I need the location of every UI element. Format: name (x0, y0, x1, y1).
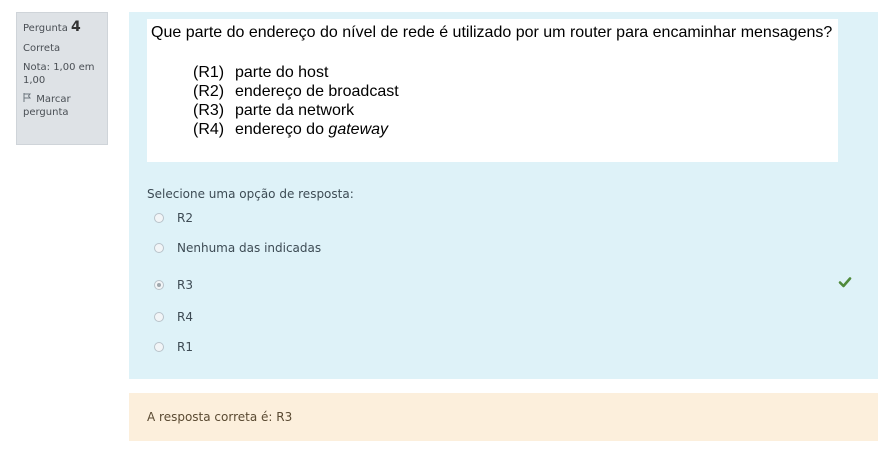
flag-icon (23, 93, 33, 107)
answer-choice-none[interactable]: Nenhuma das indicadas (154, 240, 321, 256)
question-option: (R2) endereço de broadcast (193, 82, 834, 101)
option-text: parte do host (235, 64, 329, 81)
option-text: endereço de broadcast (235, 83, 399, 100)
question-option: (R3) parte da network (193, 101, 834, 120)
choice-label: R4 (177, 310, 193, 324)
question-number: 4 (71, 19, 81, 35)
question-label: Pergunta (23, 23, 68, 34)
question-option: (R4) endereço do gateway (193, 120, 834, 139)
option-code: (R4) (193, 121, 225, 138)
option-text-italic: gateway (328, 121, 389, 138)
option-code: (R2) (193, 83, 225, 100)
question-info-panel: Pergunta 4 Correta Nota: 1,00 em 1,00 Ma… (16, 12, 108, 145)
answer-choice-r4[interactable]: R4 (154, 309, 193, 325)
option-text-prefix: endereço do (235, 121, 324, 138)
question-content: Que parte do endereço do nível de rede é… (129, 12, 878, 379)
radio-button[interactable] (154, 213, 164, 223)
choice-label: R1 (177, 340, 193, 354)
radio-button-selected[interactable] (154, 280, 164, 290)
question-text-box: Que parte do endereço do nível de rede é… (147, 19, 838, 162)
answer-choice-r3[interactable]: R3 (154, 277, 193, 293)
flag-question-link[interactable]: Marcar pergunta (23, 93, 101, 119)
question-grade: Nota: 1,00 em 1,00 (23, 62, 95, 86)
question-number-row: Pergunta 4 (23, 19, 101, 37)
question-text: Que parte do endereço do nível de rede é… (151, 24, 833, 41)
radio-button[interactable] (154, 243, 164, 253)
question-options-list: (R1) parte do host (R2) endereço de broadc… (193, 63, 834, 139)
option-text: parte da network (235, 102, 355, 119)
option-code: (R3) (193, 102, 225, 119)
radio-button[interactable] (154, 342, 164, 352)
radio-button[interactable] (154, 312, 164, 322)
answer-choice-r1[interactable]: R1 (154, 339, 193, 355)
choice-label: R3 (177, 278, 193, 292)
choice-label: Nenhuma das indicadas (177, 241, 322, 255)
checkmark-icon (838, 274, 852, 288)
feedback-text: A resposta correta é: R3 (147, 410, 293, 424)
correct-answer-feedback: A resposta correta é: R3 (129, 393, 878, 441)
answer-prompt: Selecione uma opção de resposta: (147, 187, 354, 201)
question-option: (R1) parte do host (193, 63, 834, 82)
choice-label: R2 (177, 211, 193, 225)
question-state: Correta (23, 42, 61, 54)
option-code: (R1) (193, 64, 225, 81)
answer-choice-r2[interactable]: R2 (154, 210, 193, 226)
